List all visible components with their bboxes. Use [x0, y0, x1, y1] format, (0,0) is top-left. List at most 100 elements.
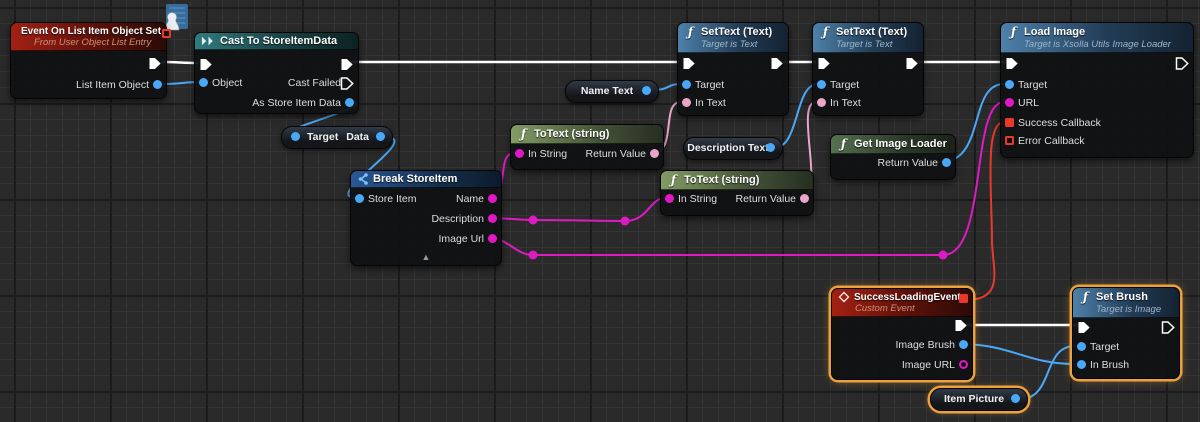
target-pin[interactable] [1005, 80, 1014, 89]
pin-row: Error Callback [1001, 132, 1193, 150]
image-brush-pin[interactable] [959, 340, 968, 349]
node-totext-name[interactable]: ƒ ToText (string) In String Return Value [510, 124, 664, 170]
node-title: ToText (string) [534, 128, 609, 140]
pin-row [11, 54, 166, 72]
in-string-pin[interactable] [515, 149, 524, 158]
node-title: SetText (Text) [836, 26, 907, 38]
pin-label: Target [695, 76, 724, 94]
pin-label: Target [1018, 76, 1047, 94]
target-pin[interactable] [817, 80, 826, 89]
node-event-on-list-item-object-set[interactable]: Event On List Item Object Set From User … [10, 22, 167, 99]
exec-in-pin[interactable] [817, 57, 831, 70]
function-icon: ƒ [1079, 290, 1092, 304]
target-pin[interactable] [682, 80, 691, 89]
node-set-brush[interactable]: ƒ Set Brush Target is Image Target In Br… [1072, 287, 1180, 379]
exec-out-pin[interactable] [340, 58, 354, 71]
node-success-loading-event[interactable]: SuccessLoadingEvent Custom Event Image B… [831, 288, 973, 380]
exec-in-pin[interactable] [1077, 321, 1091, 334]
in-string-pin[interactable] [665, 194, 674, 203]
node-title: Load Image [1024, 26, 1085, 38]
data-pin[interactable] [376, 132, 385, 141]
node-settext-name[interactable]: ƒ SetText (Text) Target is Text Target I… [677, 22, 789, 116]
node-totext-description[interactable]: ƒ ToText (string) In String Return Value [660, 170, 814, 216]
exec-out-pin[interactable] [1175, 57, 1189, 70]
exec-out-pin[interactable] [954, 319, 968, 332]
collapse-arrow-icon[interactable]: ▲ [351, 252, 501, 262]
pin-row: In String Return Value [511, 145, 663, 163]
reroute-node[interactable] [621, 217, 630, 226]
node-subtitle: Target is Xsolla Utils Image Loader [1007, 39, 1187, 50]
in-text-pin[interactable] [682, 98, 691, 107]
object-pin[interactable] [199, 78, 208, 87]
pin-row: Image Url [351, 230, 501, 248]
image-url-pin[interactable] [488, 234, 497, 243]
exec-out-pin[interactable] [905, 57, 919, 70]
node-subtitle: Custom Event [838, 303, 966, 314]
in-text-pin[interactable] [817, 98, 826, 107]
function-icon: ƒ [1007, 25, 1020, 39]
blueprint-graph-canvas[interactable]: Event On List Item Object Set From User … [0, 0, 1200, 422]
pin-label: URL [1018, 94, 1039, 112]
reroute-node[interactable] [529, 251, 538, 260]
success-callback-pin[interactable] [1005, 118, 1014, 127]
node-settext-description[interactable]: ƒ SetText (Text) Target is Text Target I… [812, 22, 924, 116]
exec-out-pin[interactable] [148, 57, 162, 70]
pin-label: List Item Object [76, 76, 149, 94]
store-item-pin[interactable] [355, 194, 364, 203]
return-value-pin[interactable] [800, 194, 809, 203]
node-get-name-text[interactable]: Name Text [565, 80, 659, 103]
pin-label: In String [678, 190, 717, 208]
pin-row [1001, 54, 1193, 72]
exec-in-pin[interactable] [682, 57, 696, 70]
image-url-pin[interactable] [959, 360, 968, 369]
function-icon: ƒ [837, 137, 850, 151]
in-brush-pin[interactable] [1077, 360, 1086, 369]
name-text-pin[interactable] [642, 86, 651, 95]
node-title: Event On List Item Object Set [21, 26, 161, 37]
return-value-pin[interactable] [650, 149, 659, 158]
node-load-image[interactable]: ƒ Load Image Target is Xsolla Utils Imag… [1000, 22, 1194, 158]
url-pin[interactable] [1005, 98, 1014, 107]
pin-label: Target [830, 76, 859, 94]
as-store-item-data-pin[interactable] [345, 98, 354, 107]
node-header: ƒ Load Image Target is Xsolla Utils Imag… [1001, 23, 1193, 53]
list-item-object-pin[interactable] [153, 80, 162, 89]
exec-in-pin[interactable] [199, 58, 213, 71]
reroute-node[interactable] [529, 216, 538, 225]
pin-row: URL [1001, 94, 1193, 112]
pin-row [832, 316, 972, 334]
node-break-storeitem[interactable]: Break StoreItem Store Item Name Descript… [350, 170, 502, 266]
node-get-image-loader[interactable]: ƒ Get Image Loader Return Value [830, 134, 956, 180]
delegate-pin[interactable] [959, 294, 968, 303]
pin-label: Success Callback [1018, 114, 1101, 132]
pin-row: Target [678, 76, 788, 94]
target-pin[interactable] [1077, 342, 1086, 351]
name-pin[interactable] [488, 194, 497, 203]
item-picture-pin[interactable] [1011, 394, 1020, 403]
node-get-item-picture[interactable]: Item Picture [930, 388, 1028, 411]
node-header: SuccessLoadingEvent Custom Event [832, 289, 972, 317]
node-title: Break StoreItem [373, 173, 457, 185]
exec-out-pin[interactable] [1161, 321, 1175, 334]
target-pin[interactable] [291, 132, 300, 141]
description-text-pin[interactable] [766, 143, 775, 152]
pin-label: Data [346, 127, 369, 147]
pin-row [813, 54, 923, 72]
cast-failed-exec-pin[interactable] [340, 77, 354, 90]
node-get-description-text[interactable]: Description Text [683, 137, 783, 160]
node-cast-to-storeitemdata[interactable]: Cast To StoreItemData Object Cast Failed… [194, 32, 359, 114]
delegate-pin[interactable] [162, 29, 171, 38]
exec-out-pin[interactable] [770, 57, 784, 70]
pin-label: In Brush [1090, 356, 1129, 374]
node-get-data[interactable]: Target Data [281, 126, 393, 149]
node-header: ƒ ToText (string) [661, 171, 813, 190]
error-callback-pin[interactable] [1005, 136, 1014, 145]
node-header: ƒ SetText (Text) Target is Text [813, 23, 923, 53]
exec-in-pin[interactable] [1005, 57, 1019, 70]
return-value-pin[interactable] [942, 158, 951, 167]
description-pin[interactable] [488, 214, 497, 223]
event-diamond-icon [838, 291, 850, 303]
reroute-node[interactable] [939, 251, 948, 260]
node-title: SetText (Text) [701, 26, 772, 38]
node-header: ƒ Set Brush Target is Image [1073, 288, 1179, 318]
